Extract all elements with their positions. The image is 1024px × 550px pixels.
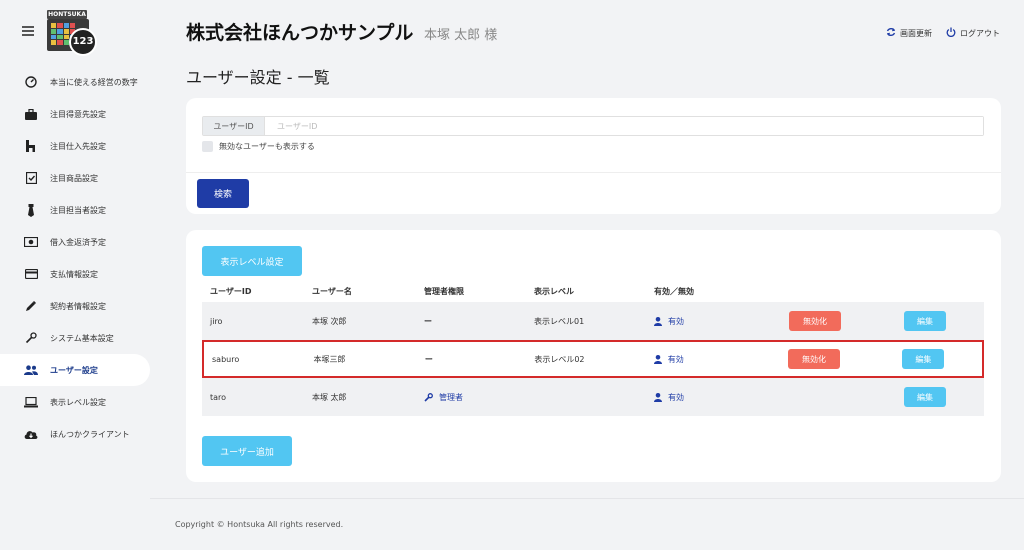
- disable-button[interactable]: 無効化: [788, 349, 840, 369]
- user-id-input[interactable]: [265, 117, 983, 135]
- edit-button[interactable]: 編集: [902, 349, 945, 369]
- sidebar-item-focus-suppliers[interactable]: 注目仕入先設定: [0, 130, 150, 162]
- user-id-field: ユーザーID: [202, 116, 984, 136]
- column-header-admin: 管理者権限: [424, 286, 464, 296]
- show-inactive-checkbox[interactable]: [202, 141, 213, 152]
- cell-display-level: 表示レベル01: [534, 316, 585, 326]
- cell-status: 有効: [654, 392, 789, 403]
- page-title: ユーザー設定 - 一覧: [186, 68, 330, 87]
- sidebar-item-hontsuka-client[interactable]: ほんつかクライアント: [0, 418, 150, 450]
- footer-divider: [150, 498, 1024, 499]
- logo-number: 123: [69, 28, 97, 56]
- table-row-highlighted: saburo 本塚三郎 ー 表示レベル02 有効 無効化 編集: [202, 340, 984, 378]
- search-card: ユーザーID 無効なユーザーも表示する 検索: [186, 98, 1001, 214]
- cell-user-id: jiro: [210, 316, 223, 326]
- show-inactive-option[interactable]: 無効なユーザーも表示する: [202, 141, 315, 152]
- sidebar-item-system-basic[interactable]: システム基本設定: [0, 322, 150, 354]
- sidebar-item-focus-customers[interactable]: 注目得意先設定: [0, 98, 150, 130]
- user-icon: [653, 354, 662, 364]
- sidebar-item-contractor-info[interactable]: 契約者情報設定: [0, 290, 150, 322]
- sidebar-item-focus-products[interactable]: 注目商品設定: [0, 162, 150, 194]
- edit-button[interactable]: 編集: [904, 311, 946, 331]
- column-header-user-id: ユーザーID: [210, 286, 252, 296]
- column-header-status: 有効／無効: [654, 286, 694, 296]
- sidebar: HONTSUKA 123 本当に使える経営の数字 注目得意先設定 注目仕入先設定…: [0, 0, 150, 550]
- laptop-icon: [24, 395, 38, 409]
- sidebar-item-user-settings[interactable]: ユーザー設定: [0, 354, 150, 386]
- company-name: 株式会社ほんつかサンプル: [186, 22, 414, 44]
- show-inactive-label: 無効なユーザーも表示する: [219, 142, 315, 151]
- cell-user-id: taro: [210, 392, 227, 402]
- user-table: ユーザーID ユーザー名 管理者権限 表示レベル 有効／無効 jiro 本塚 次…: [202, 280, 984, 416]
- cell-admin: ー: [424, 316, 432, 326]
- hontsuka-logo[interactable]: HONTSUKA 123: [47, 10, 97, 56]
- tie-icon: [24, 203, 38, 217]
- table-row: jiro 本塚 次郎 ー 表示レベル01 有効 無効化 編集: [202, 302, 984, 340]
- cell-status: 有効: [654, 316, 789, 327]
- column-header-user-name: ユーザー名: [312, 286, 352, 296]
- users-icon: [24, 363, 38, 377]
- current-user-name: 本塚 太郎 様: [424, 28, 498, 43]
- cell-admin: ー: [424, 354, 433, 364]
- sidebar-item-payment-info[interactable]: 支払情報設定: [0, 258, 150, 290]
- copyright: Copyright © Hontsuka All rights reserved…: [175, 520, 344, 529]
- cell-admin: 管理者: [424, 392, 534, 403]
- wrench-icon: [424, 392, 433, 402]
- display-level-settings-button[interactable]: 表示レベル設定: [202, 246, 302, 276]
- sidebar-item-management-numbers[interactable]: 本当に使える経営の数字: [0, 66, 150, 98]
- sidebar-item-display-level[interactable]: 表示レベル設定: [0, 386, 150, 418]
- power-icon: [946, 27, 956, 39]
- cloud-download-icon: [24, 427, 38, 441]
- table-header: ユーザーID ユーザー名 管理者権限 表示レベル 有効／無効: [202, 280, 984, 302]
- cell-display-level: 表示レベル02: [534, 354, 585, 364]
- logo-brand: HONTSUKA: [47, 10, 87, 19]
- refresh-icon: [886, 27, 896, 39]
- user-icon: [654, 392, 662, 402]
- cell-user-name: 本塚 次郎: [312, 316, 347, 326]
- disable-button[interactable]: 無効化: [789, 311, 841, 331]
- user-list-card: 表示レベル設定 ユーザーID ユーザー名 管理者権限 表示レベル 有効／無効 j…: [186, 230, 1001, 482]
- user-icon: [654, 316, 662, 326]
- logout-button[interactable]: ログアウト: [946, 27, 1000, 39]
- cell-user-name: 本塚 太郎: [312, 392, 347, 402]
- building-icon: [24, 139, 38, 153]
- sidebar-item-focus-staff[interactable]: 注目担当者設定: [0, 194, 150, 226]
- menu-icon[interactable]: [22, 26, 34, 36]
- divider: [186, 172, 1001, 173]
- edit-button[interactable]: 編集: [904, 387, 946, 407]
- cell-user-id: saburo: [212, 354, 240, 364]
- gauge-icon: [24, 75, 38, 89]
- sidebar-nav: 本当に使える経営の数字 注目得意先設定 注目仕入先設定 注目商品設定 注目担当者…: [0, 66, 150, 450]
- refresh-button[interactable]: 画面更新: [886, 27, 932, 39]
- credit-card-icon: [24, 267, 38, 281]
- wrench-icon: [24, 331, 38, 345]
- search-button[interactable]: 検索: [197, 179, 249, 208]
- header-actions: 画面更新 ログアウト: [886, 27, 1000, 39]
- briefcase-icon: [24, 107, 38, 121]
- cell-status: 有効: [653, 354, 788, 365]
- pen-icon: [24, 299, 38, 313]
- sidebar-item-loan-repayment[interactable]: 借入金返済予定: [0, 226, 150, 258]
- user-id-label: ユーザーID: [203, 117, 265, 135]
- checkbox-icon: [24, 171, 38, 185]
- column-header-display-level: 表示レベル: [534, 286, 574, 296]
- cell-user-name: 本塚三郎: [313, 354, 346, 364]
- table-row: taro 本塚 太郎 管理者 有効 編集: [202, 378, 984, 416]
- add-user-button[interactable]: ユーザー追加: [202, 436, 292, 466]
- money-icon: [24, 235, 38, 249]
